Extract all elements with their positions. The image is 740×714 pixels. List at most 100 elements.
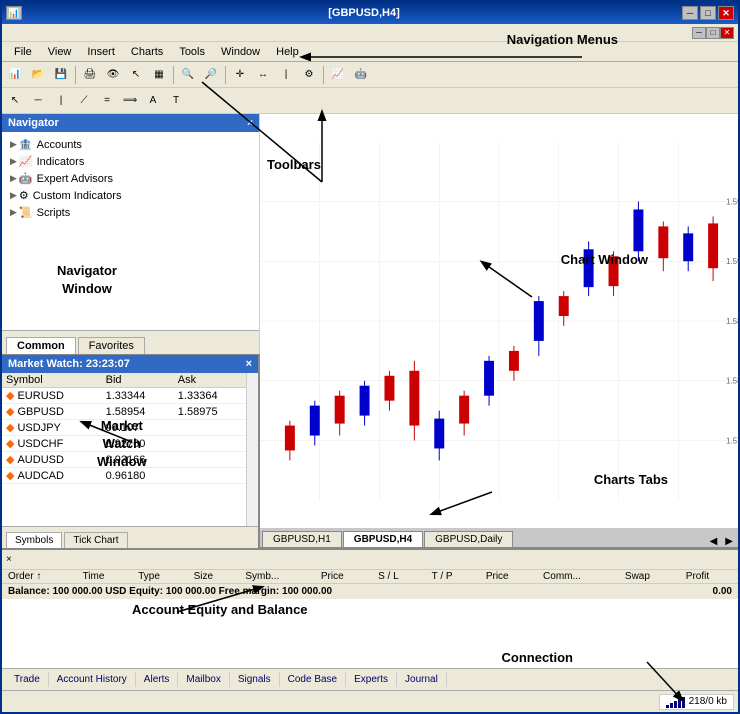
nav-custom-label: Custom Indicators bbox=[33, 190, 122, 202]
templates-btn[interactable]: ⚙ bbox=[298, 64, 320, 86]
menu-file[interactable]: File bbox=[6, 44, 40, 60]
inner-minimize[interactable]: ─ bbox=[692, 27, 706, 39]
term-tab-trade[interactable]: Trade bbox=[6, 672, 49, 687]
indicators-icon: 📈 bbox=[19, 155, 33, 168]
scroll-btn[interactable]: ↔ bbox=[252, 64, 274, 86]
nav-item-accounts[interactable]: ▶ 🏦 Accounts bbox=[2, 136, 259, 153]
nav-item-indicators[interactable]: ▶ 📈 Indicators bbox=[2, 153, 259, 170]
expand-indicators-icon: ▶ bbox=[10, 156, 17, 167]
period-sep-btn[interactable]: | bbox=[275, 64, 297, 86]
print-btn[interactable]: 🖨 bbox=[79, 64, 101, 86]
mw-tab-symbols[interactable]: Symbols bbox=[6, 532, 62, 548]
menu-view[interactable]: View bbox=[40, 44, 80, 60]
crosshair-btn[interactable]: ✛ bbox=[229, 64, 251, 86]
mw-close[interactable]: × bbox=[246, 358, 252, 370]
chart-tab-gbpusd-h4[interactable]: GBPUSD,H4 bbox=[343, 531, 423, 547]
term-tab-journal[interactable]: Journal bbox=[397, 672, 447, 687]
cursor-btn[interactable]: ↖ bbox=[4, 90, 26, 112]
bar3 bbox=[674, 701, 677, 708]
nav-tab-favorites[interactable]: Favorites bbox=[78, 337, 145, 354]
nav-item-experts[interactable]: ▶ 🤖 Expert Advisors bbox=[2, 170, 259, 187]
channel-btn[interactable]: = bbox=[96, 90, 118, 112]
balance-profit: 0.00 bbox=[680, 584, 738, 600]
chart-tabs: GBPUSD,H1 GBPUSD,H4 GBPUSD,Daily ◀ ▶ bbox=[260, 528, 738, 548]
bar2 bbox=[670, 703, 673, 708]
bar5 bbox=[682, 697, 685, 708]
menu-tools[interactable]: Tools bbox=[171, 44, 213, 60]
sep3 bbox=[225, 66, 226, 84]
chart-scroll-left[interactable]: ◀ bbox=[707, 536, 721, 547]
experts-btn[interactable]: 🤖 bbox=[350, 64, 372, 86]
chart-type-btn[interactable]: ▦ bbox=[148, 64, 170, 86]
expand-accounts-icon: ▶ bbox=[10, 139, 17, 150]
terminal-tabs: Trade Account History Alerts Mailbox Sig… bbox=[2, 668, 738, 690]
chart-tab-gbpusd-daily[interactable]: GBPUSD,Daily bbox=[424, 531, 513, 547]
mw-symbol: ◆AUDCAD bbox=[2, 468, 102, 484]
term-tab-history[interactable]: Account History bbox=[49, 672, 136, 687]
close-button[interactable]: ✕ bbox=[718, 6, 734, 20]
minimize-button[interactable]: ─ bbox=[682, 6, 698, 20]
toolbar-row-2: ↖ ─ | ⟋ = ⟹ A T bbox=[2, 88, 738, 114]
nav-experts-label: Expert Advisors bbox=[37, 173, 113, 185]
chart-tab-gbpusd-h1[interactable]: GBPUSD,H1 bbox=[262, 531, 342, 547]
nav-item-scripts[interactable]: ▶ 📜 Scripts bbox=[2, 204, 259, 221]
nav-tab-common[interactable]: Common bbox=[6, 337, 76, 354]
mw-row[interactable]: ◆EURUSD 1.33344 1.33364 bbox=[2, 388, 246, 404]
window-controls: ─ □ ✕ bbox=[682, 6, 734, 20]
term-tab-mailbox[interactable]: Mailbox bbox=[178, 672, 229, 687]
mw-tab-tick[interactable]: Tick Chart bbox=[64, 532, 127, 548]
main-window: 📊 [GBPUSD,H4] ─ □ ✕ ─ □ ✕ File View Inse… bbox=[0, 0, 740, 714]
save-btn[interactable]: 💾 bbox=[50, 64, 72, 86]
mw-symbol: ◆AUDUSD bbox=[2, 452, 102, 468]
term-tab-signals[interactable]: Signals bbox=[230, 672, 280, 687]
annotation-toolbars: Toolbars bbox=[267, 157, 321, 172]
mw-ask bbox=[174, 436, 246, 452]
zoom-in-btn[interactable]: 🔍 bbox=[177, 64, 199, 86]
term-tab-experts[interactable]: Experts bbox=[346, 672, 397, 687]
inner-maximize[interactable]: □ bbox=[706, 27, 720, 39]
vline-btn[interactable]: | bbox=[50, 90, 72, 112]
arrow-btn[interactable]: ↖ bbox=[125, 64, 147, 86]
signal-bars bbox=[666, 696, 685, 708]
chart-scroll-right[interactable]: ▶ bbox=[722, 536, 736, 547]
navigator-label: Navigator bbox=[8, 117, 59, 129]
annotation-connection: Connection bbox=[502, 650, 574, 665]
annotation-chart: Chart Window bbox=[561, 252, 648, 267]
mw-ask bbox=[174, 420, 246, 436]
mw-scrollbar[interactable] bbox=[246, 373, 258, 526]
new-chart-btn[interactable]: 📊 bbox=[4, 64, 26, 86]
text-btn[interactable]: A bbox=[142, 90, 164, 112]
nav-tabs: Common Favorites bbox=[2, 330, 259, 354]
menu-insert[interactable]: Insert bbox=[79, 44, 123, 60]
menu-charts[interactable]: Charts bbox=[123, 44, 171, 60]
col-swap: Swap bbox=[619, 570, 680, 584]
navigator-close[interactable]: × bbox=[247, 118, 253, 129]
term-tab-alerts[interactable]: Alerts bbox=[136, 672, 179, 687]
nav-item-custom[interactable]: ▶ ⚙ Custom Indicators bbox=[2, 187, 259, 204]
svg-text:1.5850: 1.5850 bbox=[726, 317, 738, 326]
bar1 bbox=[666, 705, 669, 708]
print-preview-btn[interactable]: 👁 bbox=[102, 64, 124, 86]
nav-scripts-label: Scripts bbox=[37, 207, 71, 219]
title-bar: 📊 [GBPUSD,H4] ─ □ ✕ bbox=[2, 2, 738, 24]
annotation-nav-menus: Navigation Menus bbox=[507, 32, 618, 47]
inner-close[interactable]: ✕ bbox=[720, 27, 734, 39]
terminal-close-btn[interactable]: × bbox=[6, 554, 12, 565]
nav-accounts-label: Accounts bbox=[37, 139, 82, 151]
hline-btn[interactable]: ─ bbox=[27, 90, 49, 112]
nav-indicators-label: Indicators bbox=[37, 156, 85, 168]
indicators-btn[interactable]: 📈 bbox=[327, 64, 349, 86]
col-comm: Comm... bbox=[537, 570, 619, 584]
open-btn[interactable]: 📂 bbox=[27, 64, 49, 86]
menu-window[interactable]: Window bbox=[213, 44, 268, 60]
maximize-button[interactable]: □ bbox=[700, 6, 716, 20]
menu-help[interactable]: Help bbox=[268, 44, 307, 60]
fib-btn[interactable]: ⟹ bbox=[119, 90, 141, 112]
zoom-out-btn[interactable]: 🔎 bbox=[200, 64, 222, 86]
app-icon: 📊 bbox=[6, 6, 22, 20]
svg-text:1.5950: 1.5950 bbox=[726, 197, 738, 206]
expand-scripts-icon: ▶ bbox=[10, 207, 17, 218]
label-btn[interactable]: T bbox=[165, 90, 187, 112]
tline-btn[interactable]: ⟋ bbox=[73, 90, 95, 112]
term-tab-codebase[interactable]: Code Base bbox=[280, 672, 346, 687]
